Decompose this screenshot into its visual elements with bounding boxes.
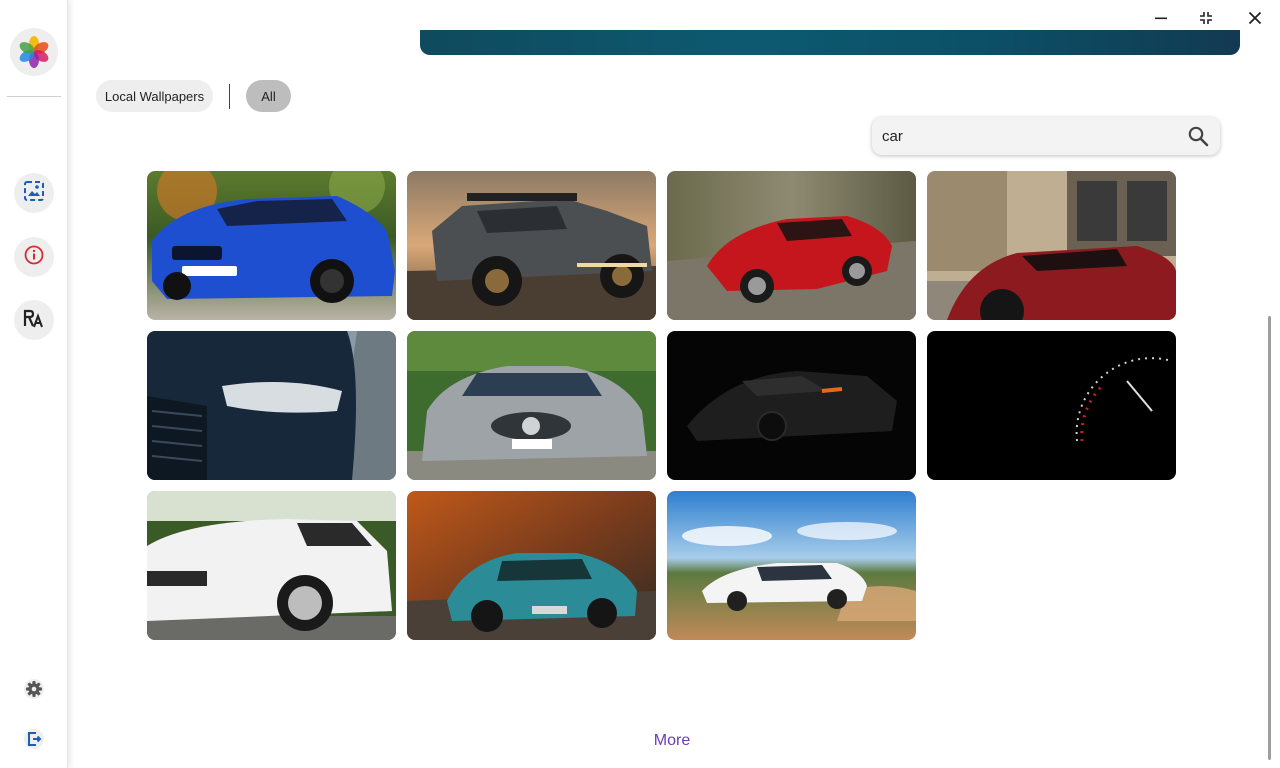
wallpaper-tile[interactable]	[147, 491, 396, 640]
more-link[interactable]: More	[632, 732, 712, 754]
search-input[interactable]	[882, 117, 1172, 155]
restore-button[interactable]	[1194, 8, 1218, 32]
wallpaper-tile[interactable]	[407, 171, 656, 320]
flower-logo-icon[interactable]	[10, 28, 58, 76]
scrollbar[interactable]	[1268, 316, 1271, 760]
banner-image[interactable]	[420, 30, 1240, 55]
wallpaper-tile[interactable]	[927, 171, 1176, 320]
gear-icon	[23, 678, 45, 705]
wallpaper-tile[interactable]	[667, 491, 916, 640]
wallpaper-tile[interactable]	[147, 171, 396, 320]
sidebar-item-settings[interactable]	[21, 678, 47, 704]
search-box	[872, 117, 1220, 155]
filter-divider	[229, 84, 230, 109]
font-icon	[22, 306, 46, 335]
sidebar-item-info[interactable]	[14, 237, 54, 277]
filter-chip-local-wallpapers[interactable]: Local Wallpapers	[96, 80, 213, 112]
sidebar-item-exit[interactable]	[21, 728, 47, 754]
info-icon	[23, 244, 45, 271]
wallpaper-gallery-icon	[23, 180, 45, 207]
sidebar-divider	[7, 96, 61, 97]
wallpaper-tile[interactable]	[407, 491, 656, 640]
sidebar	[0, 0, 68, 768]
wallpaper-tile[interactable]	[927, 331, 1176, 480]
minimize-button[interactable]	[1149, 8, 1173, 32]
wallpaper-tile[interactable]	[147, 331, 396, 480]
wallpaper-tile[interactable]	[407, 331, 656, 480]
close-icon	[1248, 11, 1262, 30]
sidebar-item-fonts[interactable]	[14, 300, 54, 340]
restore-icon	[1199, 11, 1213, 30]
app-window: Local Wallpapers All car More	[0, 0, 1280, 768]
search-icon[interactable]	[1186, 124, 1210, 148]
logout-icon	[23, 728, 45, 755]
wallpaper-tile[interactable]	[667, 331, 916, 480]
minimize-icon	[1154, 11, 1168, 30]
wallpaper-tile[interactable]	[667, 171, 916, 320]
close-button[interactable]	[1243, 8, 1267, 32]
sidebar-item-wallpapers[interactable]	[14, 173, 54, 213]
filter-chip-all[interactable]: All	[246, 80, 291, 112]
